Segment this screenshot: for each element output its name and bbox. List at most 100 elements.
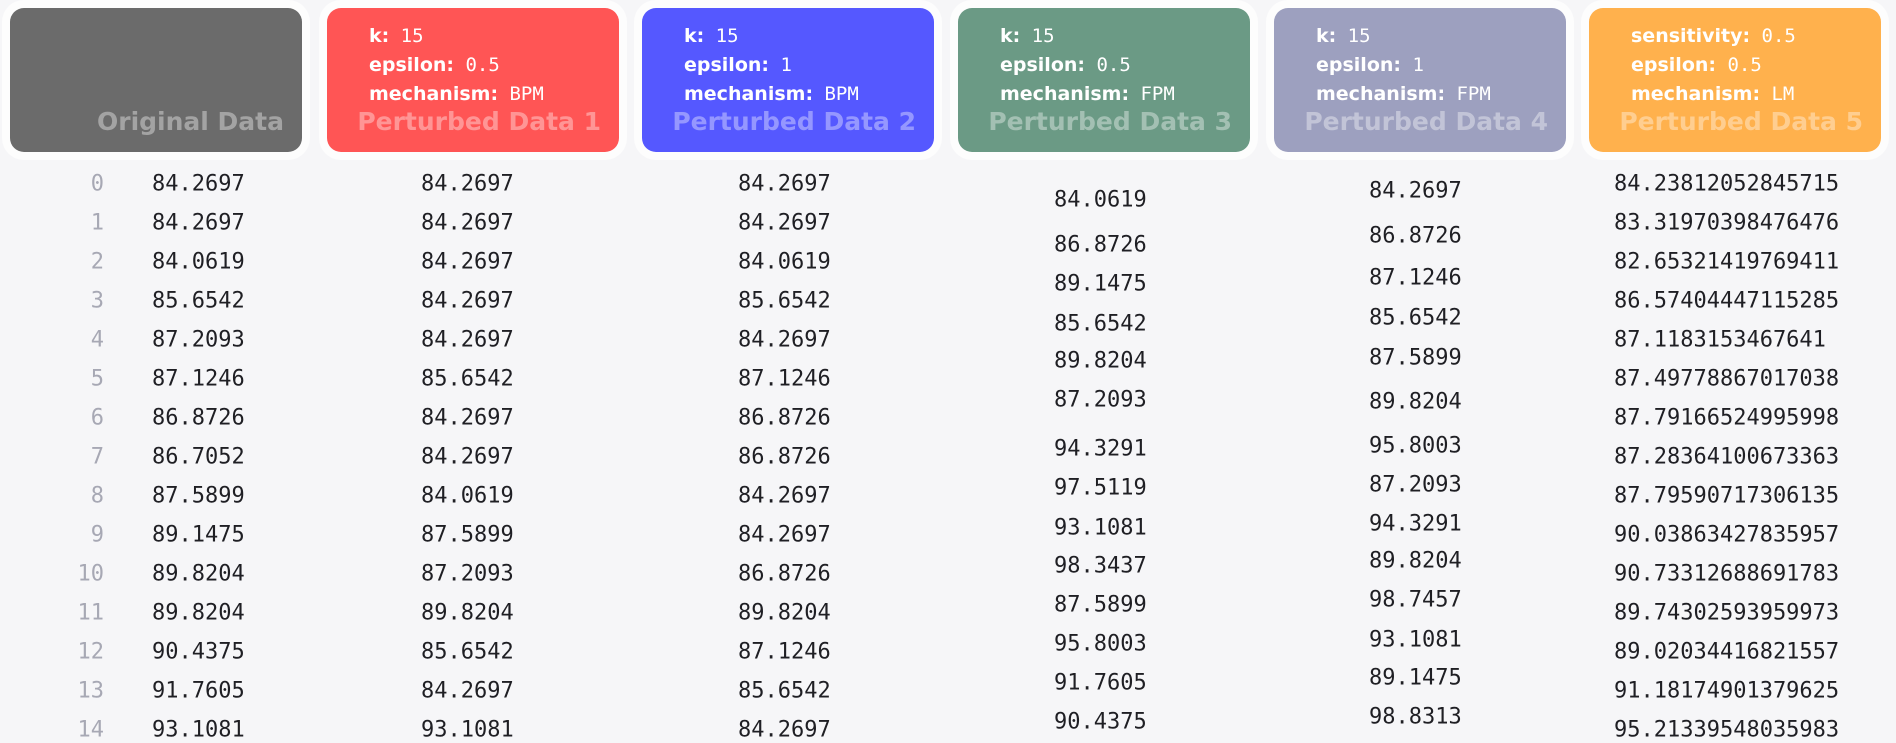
cell-original: 87.5899: [152, 483, 245, 509]
param-key: epsilon:: [684, 54, 769, 76]
cell-perturbed-5: 90.73312688691783: [1614, 561, 1840, 587]
cell-perturbed-2: 89.8204: [738, 600, 831, 626]
cell-original: 90.4375: [152, 639, 245, 665]
card-param: mechanism: BPM: [684, 80, 934, 109]
param-key: mechanism:: [1000, 83, 1130, 105]
param-key: k:: [684, 25, 705, 47]
cell-perturbed-5: 87.79166524995998: [1614, 405, 1840, 431]
card-title: Perturbed Data 4: [1304, 107, 1548, 136]
cell-perturbed-2: 84.2697: [738, 483, 831, 509]
cell-original: 89.8204: [152, 600, 245, 626]
row-index: 7: [90, 444, 104, 470]
row-index: 13: [77, 678, 105, 704]
cell-perturbed-2: 85.6542: [738, 288, 831, 314]
param-key: sensitivity:: [1631, 25, 1751, 47]
card-title: Perturbed Data 5: [1619, 107, 1863, 136]
card-param: k: 15: [369, 22, 619, 51]
cell-perturbed-5: 87.49778867017038: [1614, 366, 1840, 392]
param-value: FPM: [1445, 83, 1491, 105]
cell-perturbed-5: 90.03863427835957: [1614, 522, 1840, 548]
cell-perturbed-5: 83.31970398476476: [1614, 210, 1840, 236]
param-value: BPM: [498, 83, 544, 105]
cell-perturbed-4: 87.1246: [1369, 265, 1462, 291]
cell-perturbed-3: 86.8726: [1054, 232, 1147, 258]
cell-perturbed-2: 84.2697: [738, 327, 831, 353]
cell-perturbed-5: 95.21339548035983: [1614, 717, 1840, 743]
row-index: 6: [90, 405, 104, 431]
cell-perturbed-2: 87.1246: [738, 366, 831, 392]
row-index: 8: [90, 483, 104, 509]
param-value: FPM: [1129, 83, 1175, 105]
cell-original: 85.6542: [152, 288, 245, 314]
param-value: 1: [1401, 54, 1424, 76]
header-card-perturbed-2: k: 15 epsilon: 1 mechanism: BPM Perturbed D…: [642, 8, 934, 152]
cell-perturbed-3: 91.7605: [1054, 670, 1147, 696]
cell-original: 86.7052: [152, 444, 245, 470]
card-param: sensitivity: 0.5: [1631, 22, 1881, 51]
cell-perturbed-1: 84.2697: [421, 678, 514, 704]
card-param: epsilon: 1: [1316, 51, 1566, 80]
card-title: Perturbed Data 3: [988, 107, 1232, 136]
header-card-original: Original Data: [10, 8, 302, 152]
cell-perturbed-1: 84.2697: [421, 210, 514, 236]
cell-perturbed-2: 86.8726: [738, 444, 831, 470]
cell-original: 86.8726: [152, 405, 245, 431]
card-param: epsilon: 0.5: [369, 51, 619, 80]
row-index: 3: [90, 288, 104, 314]
cell-perturbed-2: 86.8726: [738, 405, 831, 431]
cell-perturbed-4: 98.7457: [1369, 587, 1462, 613]
row-index: 4: [90, 327, 104, 353]
card-title: Perturbed Data 2: [672, 107, 916, 136]
cell-perturbed-3: 98.3437: [1054, 553, 1147, 579]
row-index: 0: [90, 171, 104, 197]
cell-perturbed-4: 93.1081: [1369, 627, 1462, 653]
cell-perturbed-4: 87.5899: [1369, 345, 1462, 371]
cell-perturbed-4: 95.8003: [1369, 433, 1462, 459]
cell-perturbed-5: 87.1183153467641: [1614, 327, 1826, 353]
cell-perturbed-5: 87.28364100673363: [1614, 444, 1840, 470]
param-value: 0.5: [1716, 54, 1762, 76]
cell-perturbed-3: 87.5899: [1054, 592, 1147, 618]
cell-perturbed-1: 87.5899: [421, 522, 514, 548]
cell-perturbed-3: 85.6542: [1054, 311, 1147, 337]
row-index: 14: [77, 717, 105, 743]
row-index: 2: [90, 249, 104, 275]
param-key: k:: [1000, 25, 1021, 47]
column-headers: Original Data k: 15 epsilon: 0.5 mechanism:…: [0, 0, 1896, 160]
cell-perturbed-4: 89.8204: [1369, 389, 1462, 415]
param-key: epsilon:: [369, 54, 454, 76]
card-param: mechanism: BPM: [369, 80, 619, 109]
cell-original: 91.7605: [152, 678, 245, 704]
cell-original: 84.2697: [152, 210, 245, 236]
param-value: 15: [389, 25, 424, 47]
param-key: mechanism:: [684, 83, 814, 105]
param-value: 15: [1020, 25, 1055, 47]
cell-perturbed-1: 84.2697: [421, 327, 514, 353]
cell-original: 89.1475: [152, 522, 245, 548]
cell-perturbed-1: 84.0619: [421, 483, 514, 509]
header-card-perturbed-1: k: 15 epsilon: 0.5 mechanism: BPM Perturbed…: [327, 8, 619, 152]
cell-perturbed-2: 85.6542: [738, 678, 831, 704]
param-value: 1: [769, 54, 792, 76]
cell-perturbed-5: 89.74302593959973: [1614, 600, 1840, 626]
cell-perturbed-1: 84.2697: [421, 444, 514, 470]
cell-perturbed-4: 89.1475: [1369, 665, 1462, 691]
cell-perturbed-5: 86.57404447115285: [1614, 288, 1840, 314]
card-title: Original Data: [97, 107, 284, 136]
cell-perturbed-3: 89.8204: [1054, 348, 1147, 374]
param-value: BPM: [813, 83, 859, 105]
cell-perturbed-2: 84.0619: [738, 249, 831, 275]
param-key: mechanism:: [369, 83, 499, 105]
cell-perturbed-3: 94.3291: [1054, 436, 1147, 462]
param-value: 15: [1336, 25, 1371, 47]
row-index: 11: [77, 600, 105, 626]
cell-perturbed-2: 84.2697: [738, 717, 831, 743]
param-value: 15: [704, 25, 739, 47]
card-param: mechanism: FPM: [1316, 80, 1566, 109]
card-title: Perturbed Data 1: [357, 107, 601, 136]
card-param: epsilon: 0.5: [1631, 51, 1881, 80]
param-value: 0.5: [454, 54, 500, 76]
param-value: 0.5: [1085, 54, 1131, 76]
cell-perturbed-3: 95.8003: [1054, 631, 1147, 657]
cell-perturbed-5: 84.23812052845715: [1614, 171, 1840, 197]
